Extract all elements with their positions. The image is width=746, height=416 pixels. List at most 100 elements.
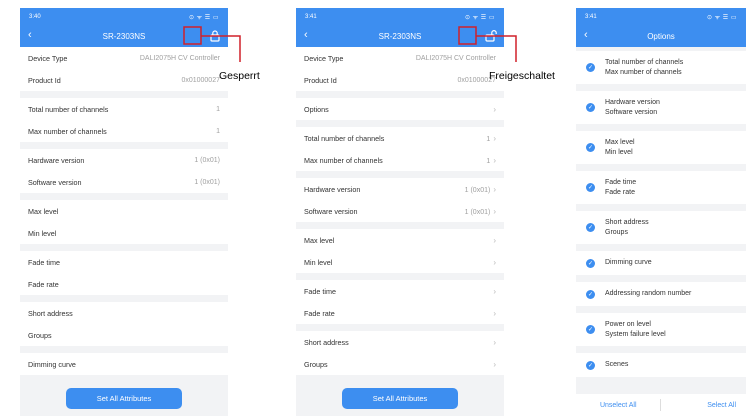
fade-time-label: Fade time bbox=[28, 257, 60, 267]
nav-bar: ‹ Options bbox=[576, 25, 746, 47]
option-item[interactable]: ✓ Addressing random number bbox=[576, 282, 746, 306]
checkmark-icon[interactable]: ✓ bbox=[586, 223, 595, 232]
nav-bar: ‹ SR-2303NS bbox=[20, 25, 228, 47]
option-item[interactable]: ✓ Power on level System failure level bbox=[576, 313, 746, 346]
min-level-row[interactable]: Min level › bbox=[296, 251, 504, 273]
fade-rate-row: Fade rate bbox=[20, 273, 228, 295]
max-level-row[interactable]: Max level › bbox=[296, 229, 504, 251]
short-address-label: Short address bbox=[304, 337, 349, 347]
chevron-right-icon: › bbox=[493, 235, 496, 245]
back-chevron-icon[interactable]: ‹ bbox=[584, 29, 588, 42]
chevron-right-icon: › bbox=[493, 184, 496, 194]
product-id-label: Product Id bbox=[304, 75, 337, 85]
fade-time-row: Fade time bbox=[20, 251, 228, 273]
option-line2: Min level bbox=[605, 148, 633, 156]
option-line2: Software version bbox=[605, 108, 658, 116]
software-version-row[interactable]: Software version 1 (0x01) › bbox=[296, 200, 504, 222]
options-label: Options bbox=[304, 104, 329, 114]
chevron-right-icon: › bbox=[493, 133, 496, 143]
fade-rate-label: Fade rate bbox=[304, 308, 335, 318]
dimming-curve-label: Dimming curve bbox=[28, 359, 76, 369]
address-section: Short address Groups bbox=[20, 302, 228, 346]
hardware-version-value: 1 (0x01) bbox=[194, 156, 220, 164]
options-section: Options › bbox=[296, 98, 504, 120]
device-info-section: Device Type DALI2075H CV Controller Prod… bbox=[296, 47, 504, 91]
software-version-label: Software version bbox=[304, 206, 358, 216]
groups-row: Groups bbox=[20, 324, 228, 346]
software-version-row: Software version 1 (0x01) bbox=[20, 171, 228, 193]
product-id-row: Product Id 0x01000027 bbox=[296, 69, 504, 91]
status-icons: ⊙ ᯤ ☰ ▭ bbox=[188, 14, 219, 21]
checkmark-icon[interactable]: ✓ bbox=[586, 63, 595, 72]
checkmark-icon[interactable]: ✓ bbox=[586, 325, 595, 334]
software-version-value: 1 (0x01) bbox=[194, 178, 220, 186]
select-all-button[interactable]: Select All bbox=[661, 402, 746, 409]
checkmark-icon[interactable]: ✓ bbox=[586, 258, 595, 268]
checkmark-icon[interactable]: ✓ bbox=[586, 143, 595, 152]
checkmark-icon[interactable]: ✓ bbox=[586, 183, 595, 192]
version-section: Hardware version 1 (0x01) › Software vers… bbox=[296, 178, 504, 222]
fade-time-row[interactable]: Fade time › bbox=[296, 280, 504, 302]
fade-time-label: Fade time bbox=[304, 286, 336, 296]
page-title: SR-2303NS bbox=[102, 31, 146, 41]
option-item[interactable]: ✓ Total number of channels Max number of … bbox=[576, 51, 746, 84]
chevron-right-icon: › bbox=[493, 206, 496, 216]
option-line1: Power on level bbox=[605, 320, 651, 328]
fade-section: Fade time › Fade rate › bbox=[296, 280, 504, 324]
back-chevron-icon[interactable]: ‹ bbox=[304, 29, 308, 42]
checkmark-icon[interactable]: ✓ bbox=[586, 360, 595, 370]
groups-row[interactable]: Groups › bbox=[296, 353, 504, 375]
max-channels-label: Max number of channels bbox=[304, 155, 383, 165]
max-channels-value: 1 bbox=[486, 157, 491, 165]
groups-label: Groups bbox=[304, 359, 328, 369]
unselect-all-button[interactable]: Unselect All bbox=[576, 402, 660, 409]
option-item[interactable]: ✓ Short address Groups bbox=[576, 211, 746, 244]
back-chevron-icon[interactable]: ‹ bbox=[28, 29, 32, 42]
option-line1: Addressing random number bbox=[605, 290, 692, 297]
software-version-value: 1 (0x01) bbox=[464, 208, 491, 216]
status-time: 3:41 bbox=[305, 13, 317, 20]
locked-callout-label: Gesperrt bbox=[219, 70, 260, 82]
fade-rate-row[interactable]: Fade rate › bbox=[296, 302, 504, 324]
groups-label: Groups bbox=[28, 330, 52, 340]
option-item[interactable]: ✓ Fade time Fade rate bbox=[576, 171, 746, 204]
option-item[interactable]: ✓ Dimming curve bbox=[576, 251, 746, 275]
option-item[interactable]: ✓ Hardware version Software version bbox=[576, 91, 746, 124]
option-line2: System failure level bbox=[605, 330, 666, 338]
device-info-section: Device Type DALI2075H CV Controller Prod… bbox=[20, 47, 228, 91]
product-id-value: 0x01000027 bbox=[181, 76, 220, 84]
max-level-label: Max level bbox=[304, 235, 335, 245]
level-section: Max level Min level bbox=[20, 200, 228, 244]
product-id-label: Product Id bbox=[28, 75, 61, 85]
status-bar: 3:40 ⊙ ᯤ ☰ ▭ bbox=[20, 8, 228, 25]
padlock-open-icon[interactable] bbox=[484, 29, 498, 43]
chevron-right-icon: › bbox=[493, 155, 496, 165]
nav-bar: ‹ SR-2303NS bbox=[296, 25, 504, 47]
options-row[interactable]: Options › bbox=[296, 98, 504, 120]
checkmark-icon[interactable]: ✓ bbox=[586, 289, 595, 299]
address-section: Short address › Groups › bbox=[296, 331, 504, 375]
set-all-attributes-button[interactable]: Set All Attributes bbox=[342, 388, 458, 409]
short-address-row: Short address bbox=[20, 302, 228, 324]
chevron-right-icon: › bbox=[493, 308, 496, 318]
min-level-row: Min level bbox=[20, 222, 228, 244]
total-channels-row[interactable]: Total number of channels 1 › bbox=[296, 127, 504, 149]
hardware-version-row[interactable]: Hardware version 1 (0x01) › bbox=[296, 178, 504, 200]
chevron-right-icon: › bbox=[493, 286, 496, 296]
status-time: 3:40 bbox=[29, 13, 41, 20]
option-item[interactable]: ✓ Scenes bbox=[576, 353, 746, 377]
checkmark-icon[interactable]: ✓ bbox=[586, 103, 595, 112]
option-line2: Groups bbox=[605, 228, 628, 236]
max-level-label: Max level bbox=[28, 206, 59, 216]
max-channels-row[interactable]: Max number of channels 1 › bbox=[296, 149, 504, 171]
options-list: ✓ Total number of channels Max number of … bbox=[576, 47, 746, 377]
set-all-attributes-button[interactable]: Set All Attributes bbox=[66, 388, 182, 409]
short-address-row[interactable]: Short address › bbox=[296, 331, 504, 353]
option-item[interactable]: ✓ Max level Min level bbox=[576, 131, 746, 164]
fade-rate-label: Fade rate bbox=[28, 279, 59, 289]
device-type-label: Device Type bbox=[28, 53, 68, 63]
option-line1: Hardware version bbox=[605, 98, 660, 106]
padlock-closed-icon[interactable] bbox=[208, 29, 222, 43]
min-level-label: Min level bbox=[28, 228, 57, 238]
option-line2: Max number of channels bbox=[605, 68, 682, 76]
